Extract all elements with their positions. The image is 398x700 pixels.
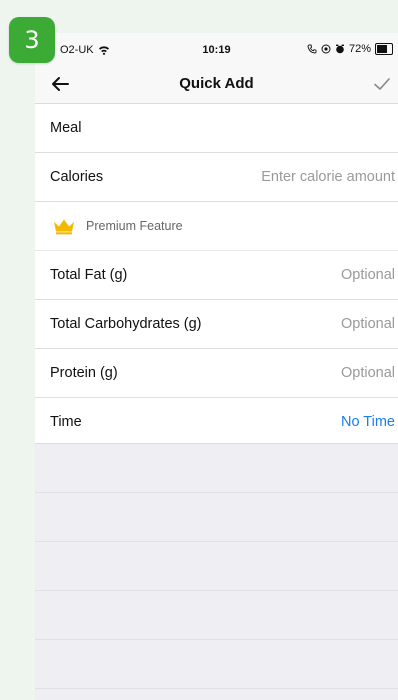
call-icon xyxy=(307,44,317,54)
total-fat-label: Total Fat (g) xyxy=(50,267,128,283)
premium-feature-row: Premium Feature xyxy=(35,202,398,251)
calories-row[interactable]: Calories Enter calorie amount xyxy=(35,153,398,202)
protein-row[interactable]: Protein (g) Optional xyxy=(35,349,398,398)
total-fat-row[interactable]: Total Fat (g) Optional xyxy=(35,251,398,300)
calories-label: Calories xyxy=(50,169,104,185)
location-icon xyxy=(321,44,331,54)
wifi-icon xyxy=(98,46,109,55)
protein-input[interactable]: Optional xyxy=(341,365,395,381)
arrow-left-icon[interactable] xyxy=(49,73,71,95)
meal-row[interactable]: Meal xyxy=(35,104,398,153)
total-fat-input[interactable]: Optional xyxy=(341,267,395,283)
crown-icon xyxy=(54,219,74,235)
battery-fill xyxy=(377,45,388,53)
premium-feature-label: Premium Feature xyxy=(86,219,183,233)
total-carbohydrates-row[interactable]: Total Carbohydrates (g) Optional xyxy=(35,300,398,349)
time-value[interactable]: No Time xyxy=(341,414,395,430)
empty-separator xyxy=(35,542,398,591)
quick-add-form: Meal Calories Enter calorie amount Premi… xyxy=(35,104,398,446)
total-carbohydrates-input[interactable]: Optional xyxy=(341,316,395,332)
empty-separator xyxy=(35,591,398,640)
empty-separator xyxy=(35,640,398,689)
navigation-bar: Quick Add xyxy=(35,65,398,104)
battery-icon xyxy=(375,43,393,55)
time-row[interactable]: Time No Time xyxy=(35,398,398,446)
battery-percent: 72% xyxy=(348,43,371,55)
page-title: Quick Add xyxy=(179,75,254,92)
carrier-name: O2-UK xyxy=(60,44,94,56)
status-right: 72% xyxy=(307,43,393,55)
protein-label: Protein (g) xyxy=(50,365,118,381)
checkmark-icon[interactable] xyxy=(370,72,394,96)
total-carbohydrates-label: Total Carbohydrates (g) xyxy=(50,316,202,332)
time-label: Time xyxy=(50,414,82,430)
status-bar: O2-UK 10:19 72% xyxy=(35,33,398,65)
empty-separator xyxy=(35,493,398,542)
carrier: O2-UK xyxy=(60,44,110,56)
step-number-badge: 3 xyxy=(9,17,55,63)
empty-list-area xyxy=(35,443,398,700)
alarm-icon xyxy=(335,44,344,54)
meal-label: Meal xyxy=(50,120,82,136)
empty-separator xyxy=(35,444,398,493)
phone-screen: O2-UK 10:19 72% Quick Add Meal Calories … xyxy=(35,33,398,700)
calories-input[interactable]: Enter calorie amount xyxy=(261,169,395,185)
